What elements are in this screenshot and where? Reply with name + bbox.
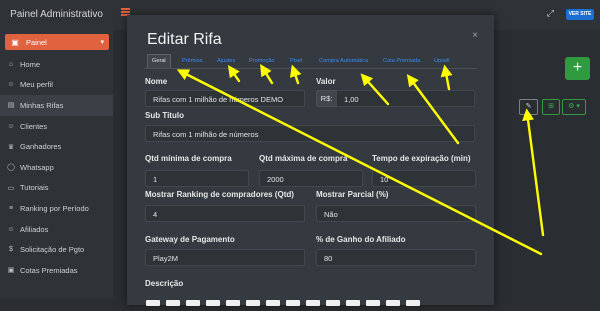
arrow-pixel <box>289 64 302 85</box>
arrow-edit <box>522 108 545 237</box>
arrow-long <box>176 69 543 256</box>
annotation-arrows <box>176 63 545 256</box>
arrow-cota <box>406 74 460 145</box>
arrow-ajustes <box>227 65 241 83</box>
arrow-promocao <box>260 63 274 85</box>
arrow-upsell <box>440 64 453 91</box>
arrow-compra <box>360 73 390 106</box>
